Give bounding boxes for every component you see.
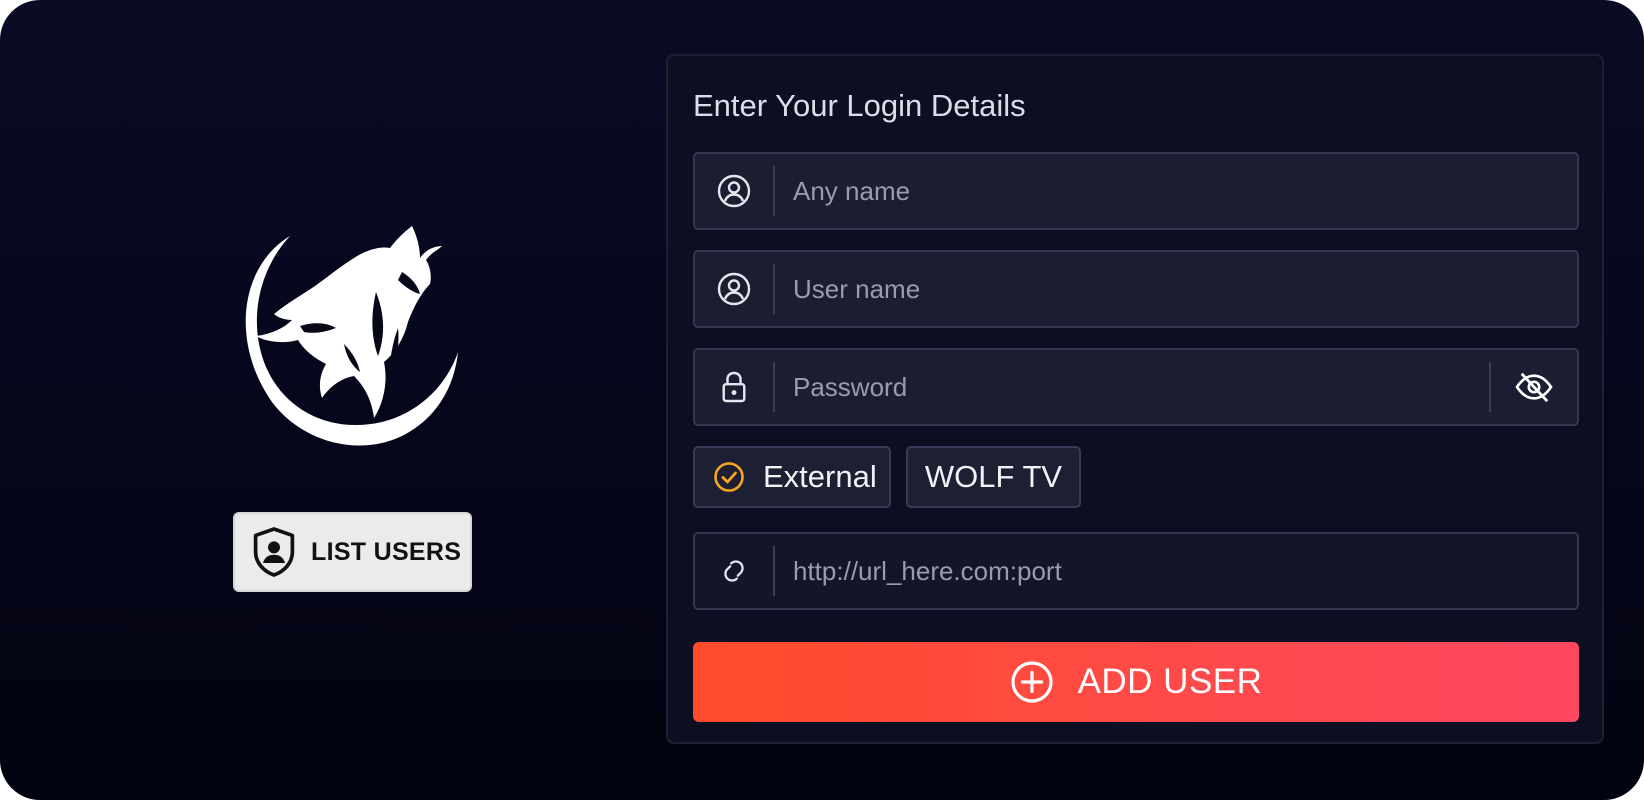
user-name-input[interactable]	[793, 252, 1473, 326]
check-circle-icon	[713, 461, 745, 493]
user-name-field	[693, 250, 1579, 328]
any-name-field	[693, 152, 1579, 230]
any-name-input[interactable]	[793, 154, 1473, 228]
wolf-tv-option[interactable]: WOLF TV	[906, 446, 1081, 508]
field-divider	[773, 546, 775, 596]
list-users-button[interactable]: LIST USERS	[233, 512, 472, 592]
user-shield-icon	[249, 524, 299, 580]
field-divider	[773, 166, 775, 216]
plus-circle-icon	[1010, 660, 1054, 704]
add-user-label: ADD USER	[1077, 662, 1263, 701]
wolf-logo-icon	[226, 222, 470, 462]
link-icon	[695, 534, 773, 608]
external-option-label: External	[763, 459, 877, 494]
app-window: LIST USERS Enter Your Login Details Any …	[0, 0, 1644, 800]
field-divider	[773, 264, 775, 314]
lock-icon	[695, 350, 773, 424]
password-field	[693, 348, 1579, 426]
panel-title: Enter Your Login Details	[693, 88, 1026, 123]
login-panel: Enter Your Login Details Any name User n…	[666, 54, 1604, 744]
password-input[interactable]	[793, 350, 1393, 424]
add-user-button[interactable]: ADD USER	[693, 642, 1579, 722]
url-input[interactable]	[793, 534, 1473, 608]
list-users-label: LIST USERS	[311, 537, 462, 566]
field-divider	[773, 362, 775, 412]
external-option[interactable]: External	[693, 446, 891, 508]
user-circle-icon	[695, 154, 773, 228]
url-field	[693, 532, 1579, 610]
wolf-tv-option-label: WOLF TV	[924, 459, 1063, 494]
user-circle-icon	[695, 252, 773, 326]
eye-off-icon[interactable]	[1491, 350, 1577, 424]
